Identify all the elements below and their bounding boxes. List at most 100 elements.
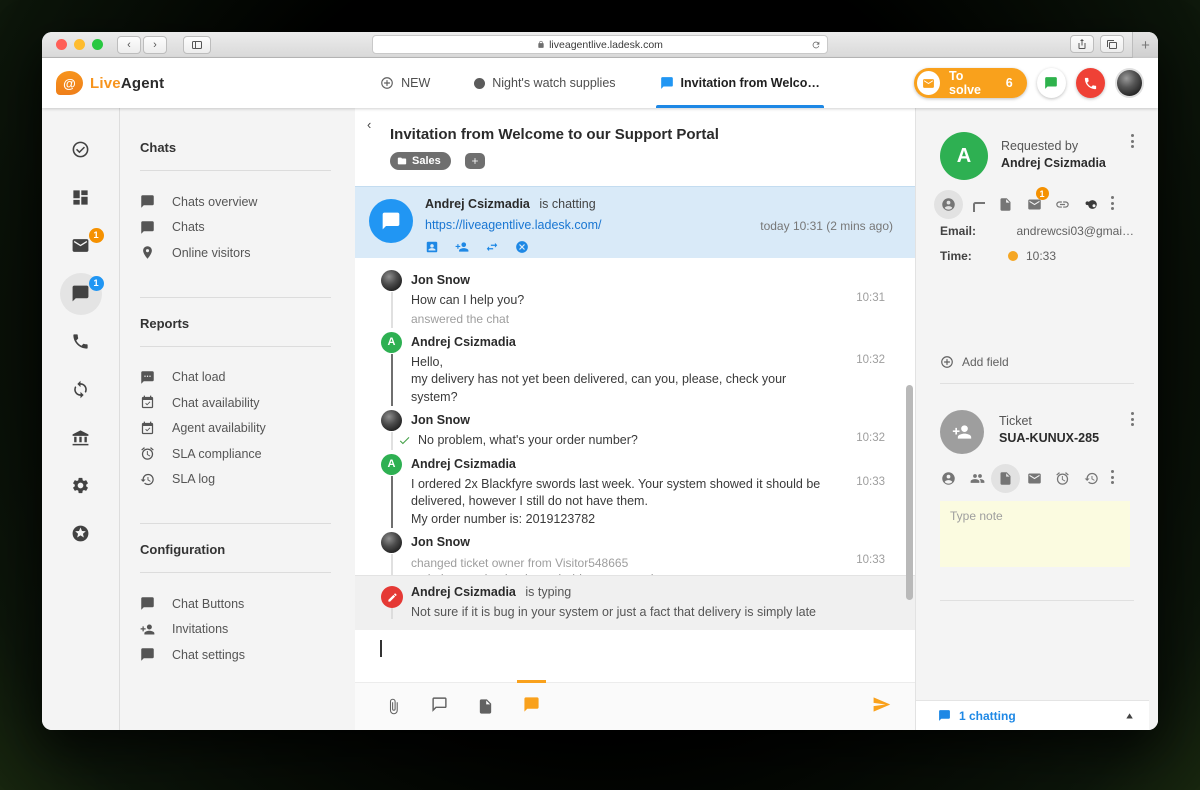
contact-card-icon[interactable] bbox=[425, 240, 439, 254]
visitor-url-link[interactable]: https://liveagentlive.ladesk.com/ bbox=[425, 218, 601, 232]
note-icon bbox=[998, 197, 1013, 212]
browser-forward-button[interactable]: › bbox=[143, 36, 167, 54]
chat-status-button[interactable] bbox=[1037, 68, 1066, 98]
time-value: 10:33 bbox=[1026, 249, 1152, 263]
requester-avatar: A bbox=[940, 132, 988, 180]
person-add-icon bbox=[140, 622, 155, 637]
nav-item-chats-overview[interactable]: Chats overview bbox=[140, 189, 355, 215]
plus-circle-icon bbox=[380, 76, 394, 90]
tab-nights-watch-supplies[interactable]: Night's watch supplies bbox=[474, 58, 615, 108]
lock-icon bbox=[537, 40, 545, 49]
contact-tab[interactable] bbox=[940, 196, 957, 213]
text-cursor bbox=[380, 640, 382, 657]
ticket-more-button[interactable] bbox=[1111, 470, 1114, 487]
mailchimp-tab[interactable] bbox=[1083, 196, 1100, 213]
message-input[interactable] bbox=[355, 630, 915, 682]
alarm-icon bbox=[140, 446, 155, 461]
end-chat-icon[interactable] bbox=[515, 240, 529, 254]
to-solve-button[interactable]: To solve 6 bbox=[914, 68, 1027, 98]
note-input[interactable] bbox=[940, 501, 1130, 567]
close-window-button[interactable] bbox=[56, 39, 67, 50]
share-button[interactable] bbox=[1070, 35, 1094, 53]
transfer-chat-icon[interactable] bbox=[485, 240, 499, 254]
liveagent-logo[interactable]: @ LiveAgent bbox=[56, 71, 286, 95]
ticket-mail-tab[interactable] bbox=[1026, 470, 1043, 487]
academy-icon bbox=[71, 428, 90, 447]
nav-item-chat-load[interactable]: Chat load bbox=[140, 365, 355, 391]
notes-tab[interactable] bbox=[997, 196, 1014, 213]
nav-item-invitations[interactable]: Invitations bbox=[140, 617, 355, 643]
rail-item-sync[interactable] bbox=[61, 380, 101, 399]
nav-item-sla-compliance[interactable]: SLA compliance bbox=[140, 441, 355, 467]
rail-item-tickets[interactable]: 1 bbox=[61, 236, 101, 255]
folder-icon bbox=[397, 156, 407, 166]
typing-status: is typing bbox=[525, 585, 571, 599]
rail-item-academy[interactable] bbox=[61, 428, 101, 447]
zoom-window-button[interactable] bbox=[92, 39, 103, 50]
email-value: andrewcsi03@gmai… bbox=[1008, 224, 1134, 238]
add-field-button[interactable]: Add field bbox=[940, 355, 1158, 369]
chats-badge: 1 bbox=[89, 276, 104, 291]
browser-back-button[interactable]: ‹ bbox=[117, 36, 141, 54]
link-tab[interactable] bbox=[1054, 196, 1071, 213]
ticket-menu-button[interactable] bbox=[1131, 412, 1134, 429]
note-icon[interactable] bbox=[477, 698, 494, 715]
brand-live: Live bbox=[90, 75, 121, 92]
requester-menu-button[interactable] bbox=[1131, 134, 1134, 151]
more-actions-button[interactable] bbox=[1111, 196, 1114, 213]
ticket-history-tab[interactable] bbox=[1083, 470, 1100, 487]
chat-load-icon bbox=[140, 370, 155, 385]
rail-item-starred[interactable] bbox=[61, 524, 101, 543]
phone-button[interactable] bbox=[1076, 68, 1105, 98]
scrollbar-thumb[interactable] bbox=[906, 385, 913, 600]
tab-label: NEW bbox=[401, 76, 430, 90]
nav-item-agent-availability[interactable]: Agent availability bbox=[140, 416, 355, 442]
back-button[interactable]: ‹ bbox=[367, 117, 371, 132]
sidebar-toggle-button[interactable] bbox=[183, 36, 211, 54]
tickets-tab[interactable]: 1 bbox=[1026, 196, 1043, 213]
nav-item-chat-settings[interactable]: Chat settings bbox=[140, 642, 355, 668]
chat-mode-tab[interactable] bbox=[523, 696, 540, 718]
divider bbox=[140, 523, 331, 524]
rail-item-dashboard[interactable] bbox=[61, 188, 101, 207]
scrollbar[interactable] bbox=[906, 108, 913, 730]
nav-item-label: Chat availability bbox=[172, 396, 260, 410]
tag-label: Sales bbox=[412, 155, 441, 167]
add-tag-button[interactable] bbox=[465, 153, 485, 169]
ticket-notes-tab[interactable] bbox=[997, 470, 1014, 487]
ticket-people-tab[interactable] bbox=[969, 470, 986, 487]
nav-item-chats[interactable]: Chats bbox=[140, 215, 355, 241]
rail-item-settings[interactable] bbox=[61, 476, 101, 495]
tab-invitation[interactable]: Invitation from Welco… bbox=[660, 58, 820, 108]
invite-agent-icon[interactable] bbox=[455, 240, 469, 254]
nav-item-chat-buttons[interactable]: Chat Buttons bbox=[140, 591, 355, 617]
person-circle-icon bbox=[941, 471, 956, 486]
agent-avatar[interactable] bbox=[1115, 68, 1144, 98]
nav-item-online-visitors[interactable]: Online visitors bbox=[140, 240, 355, 266]
chatting-footer[interactable]: 1 chatting ▲ bbox=[916, 700, 1149, 730]
ticket-sla-tab[interactable] bbox=[1054, 470, 1071, 487]
ticket-contact-tab[interactable] bbox=[940, 470, 957, 487]
tag-sales[interactable]: Sales bbox=[390, 152, 451, 170]
attachment-icon[interactable] bbox=[385, 698, 402, 715]
rail-item-calls[interactable] bbox=[61, 332, 101, 351]
new-tab-button[interactable]: + bbox=[1132, 32, 1158, 58]
tab-overview-button[interactable] bbox=[1100, 35, 1124, 53]
canned-message-icon[interactable] bbox=[431, 696, 448, 713]
note-icon bbox=[998, 471, 1013, 486]
minimize-window-button[interactable] bbox=[74, 39, 85, 50]
message-list[interactable]: Jon Snow 10:31 How can I help you? answe… bbox=[355, 258, 915, 575]
rail-item-to-solve[interactable] bbox=[61, 140, 101, 159]
rail-item-chats[interactable]: 1 bbox=[61, 284, 101, 303]
message-text: Hello, bbox=[411, 354, 885, 372]
reload-icon[interactable] bbox=[811, 40, 821, 50]
tab-new[interactable]: NEW bbox=[380, 58, 430, 108]
nav-item-sla-log[interactable]: SLA log bbox=[140, 467, 355, 493]
chevron-up-icon[interactable]: ▲ bbox=[1124, 711, 1135, 721]
card-tab[interactable] bbox=[969, 196, 986, 213]
send-button[interactable] bbox=[872, 695, 891, 719]
to-solve-count: 6 bbox=[1006, 76, 1013, 90]
address-bar[interactable]: liveagentlive.ladesk.com bbox=[372, 35, 828, 54]
history-icon bbox=[1084, 471, 1099, 486]
nav-item-chat-availability[interactable]: Chat availability bbox=[140, 390, 355, 416]
